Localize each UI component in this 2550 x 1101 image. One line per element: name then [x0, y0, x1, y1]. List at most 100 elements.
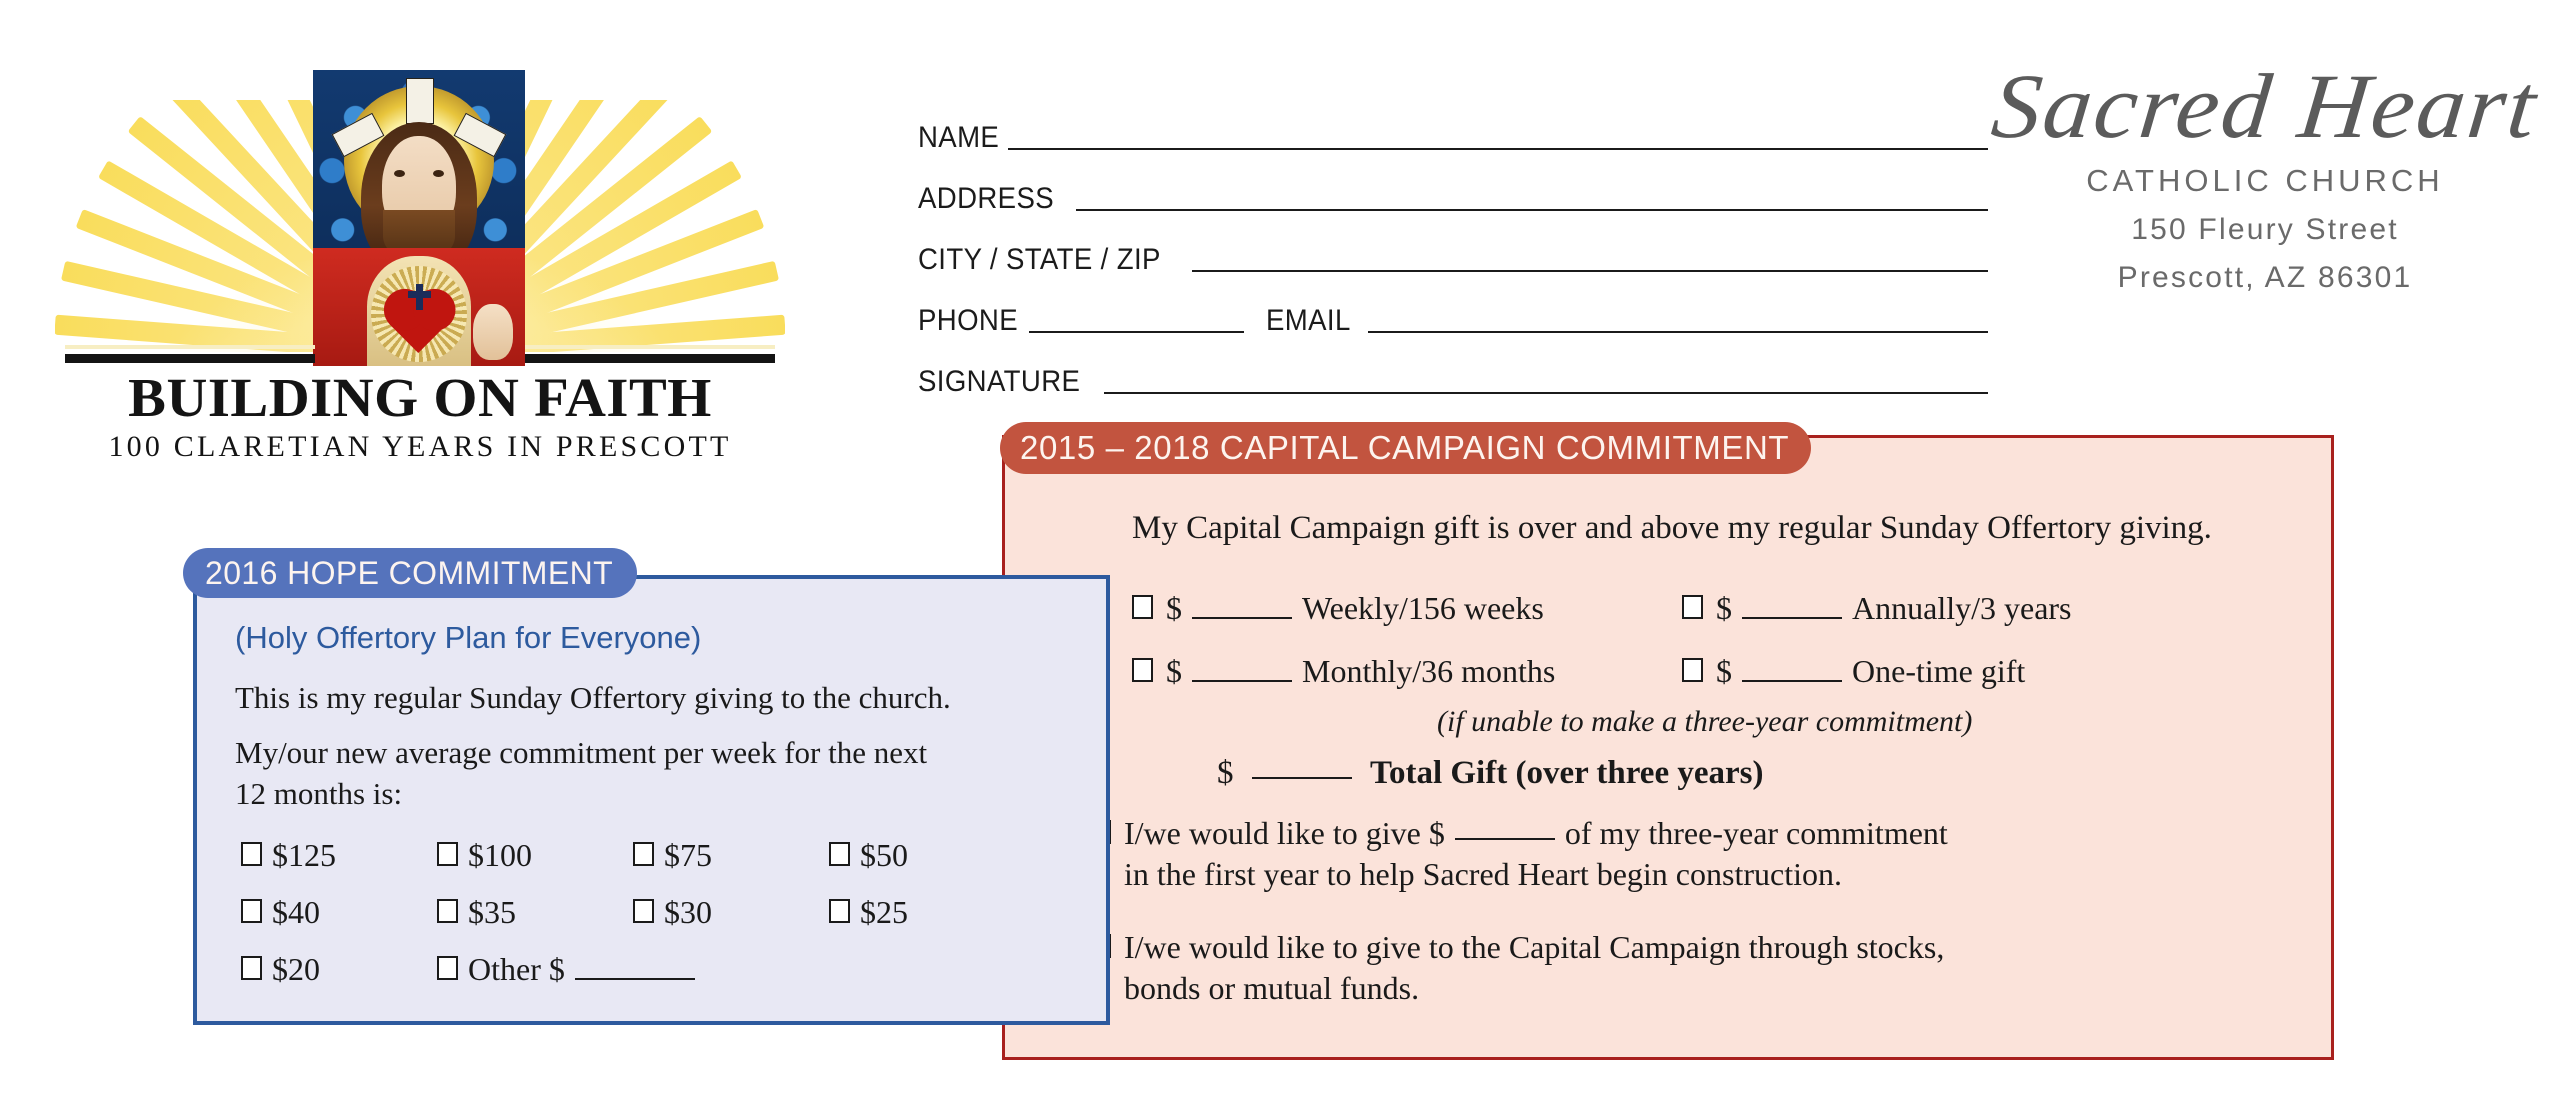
- logo-title: BUILDING ON FAITH: [128, 367, 712, 428]
- option-annually-amount-line[interactable]: [1742, 616, 1842, 619]
- option-one-time-amount-line[interactable]: [1742, 679, 1842, 682]
- hope-amount-50[interactable]: $50: [829, 837, 1025, 874]
- hope-acronym-subtitle: (Holy Offertory Plan for Everyone): [235, 620, 702, 655]
- hope-commitment-content: (Holy Offertory Plan for Everyone) This …: [193, 575, 1110, 1025]
- option-monthly-amount-line[interactable]: [1192, 679, 1292, 682]
- hope-amount-25[interactable]: $25: [829, 894, 1025, 931]
- option-annually-label: Annually/3 years: [1852, 590, 2072, 626]
- checkbox-50[interactable]: [829, 842, 850, 866]
- checkbox-30[interactable]: [633, 899, 654, 923]
- total-gift-label: Total Gift: [1370, 755, 1508, 791]
- church-identity-header: Sacred Heart CATHOLIC CHURCH 150 Fleury …: [1985, 55, 2545, 295]
- email-label: EMAIL: [1265, 304, 1351, 337]
- option-one-time[interactable]: $ One-time gift: [1682, 653, 2025, 690]
- checkbox-75[interactable]: [633, 842, 654, 866]
- church-script-logo: Sacred Heart: [1987, 55, 2543, 157]
- option-one-time-label: One-time gift: [1852, 653, 2026, 689]
- capital-campaign-content: My Capital Campaign gift is over and abo…: [1002, 435, 2334, 1060]
- checkbox-weekly[interactable]: [1132, 595, 1153, 619]
- hope-amount-40[interactable]: $40: [241, 894, 437, 931]
- option-monthly-prefix: $: [1166, 653, 1182, 689]
- hope-amount-20[interactable]: $20: [241, 951, 437, 988]
- label-125: $125: [272, 837, 336, 873]
- hope-amount-row-1: $125 $100 $75 $50: [241, 837, 1061, 894]
- logo-rule-thin-left: [65, 345, 315, 349]
- address-input-line[interactable]: [1075, 208, 1988, 211]
- option-weekly-prefix: $: [1166, 590, 1182, 626]
- capital-campaign-intro: My Capital Campaign gift is over and abo…: [1132, 510, 2212, 546]
- hope-amount-35[interactable]: $35: [437, 894, 633, 931]
- option-monthly-label: Monthly/36 months: [1302, 653, 1556, 689]
- option-weekly-label: Weekly/156 weeks: [1302, 590, 1544, 626]
- label-75: $75: [664, 837, 712, 873]
- stocks-statement-line1: I/we would like to give to the Capital C…: [1124, 929, 1945, 965]
- checkbox-monthly[interactable]: [1132, 658, 1153, 682]
- label-30: $30: [664, 894, 712, 930]
- stocks-statement-line2: bonds or mutual funds.: [1124, 969, 1420, 1006]
- logo-subtitle: 100 CLARETIAN YEARS IN PRESCOTT: [108, 430, 732, 463]
- phone-input-line[interactable]: [1028, 330, 1244, 333]
- checkbox-25[interactable]: [829, 899, 850, 923]
- form-row-phone-email: PHONE EMAIL: [918, 275, 1988, 336]
- signature-input-line[interactable]: [1104, 391, 1988, 394]
- option-annually[interactable]: $ Annually/3 years: [1682, 590, 2072, 627]
- church-address-line-1: 150 Fleury Street: [2131, 212, 2399, 246]
- total-gift-prefix: $: [1217, 755, 1234, 791]
- form-row-city-state-zip: CITY / STATE / ZIP: [918, 214, 1988, 275]
- option-annually-prefix: $: [1716, 590, 1732, 626]
- email-input-line[interactable]: [1367, 330, 1988, 333]
- option-one-time-prefix: $: [1716, 653, 1732, 689]
- first-year-amount-line[interactable]: [1454, 837, 1555, 840]
- logo-rule-right: [525, 354, 775, 363]
- signature-label: SIGNATURE: [918, 365, 1081, 398]
- total-gift-suffix: (over three years): [1515, 755, 1764, 791]
- other-amount-line[interactable]: [574, 977, 695, 980]
- label-50: $50: [860, 837, 908, 873]
- checkbox-40[interactable]: [241, 899, 262, 923]
- checkbox-100[interactable]: [437, 842, 458, 866]
- hope-amount-125[interactable]: $125: [241, 837, 437, 874]
- label-100: $100: [468, 837, 532, 873]
- first-year-statement-part1: I/we would like to give $: [1124, 815, 1445, 851]
- checkbox-125[interactable]: [241, 842, 262, 866]
- hope-amount-other[interactable]: Other $: [437, 951, 837, 988]
- first-year-statement-part2: of my three-year commitment: [1564, 815, 1948, 851]
- checkbox-annually[interactable]: [1682, 595, 1703, 619]
- hope-amount-30[interactable]: $30: [633, 894, 829, 931]
- checkbox-other[interactable]: [437, 956, 458, 980]
- hope-description-line2: My/our new average commitment per week f…: [235, 735, 928, 811]
- logo-rule-thin-right: [525, 345, 775, 349]
- first-year-statement-line2: in the first year to help Sacred Heart b…: [1124, 855, 1842, 892]
- total-gift-amount-line[interactable]: [1251, 776, 1352, 779]
- checkbox-one-time[interactable]: [1682, 658, 1703, 682]
- donor-information-form: NAME ADDRESS CITY / STATE / ZIP PHONE EM…: [918, 92, 1988, 397]
- checkbox-20[interactable]: [241, 956, 262, 980]
- hope-amount-row-2: $40 $35 $30 $25: [241, 894, 1061, 951]
- one-time-gift-note: (if unable to make a three-year commitme…: [1437, 705, 1973, 738]
- label-20: $20: [272, 951, 320, 987]
- hope-amount-100[interactable]: $100: [437, 837, 633, 874]
- label-35: $35: [468, 894, 516, 930]
- form-row-address: ADDRESS: [918, 153, 1988, 214]
- total-gift-row[interactable]: $ Total Gift (over three years): [1217, 755, 1763, 792]
- logo-rule-left: [65, 354, 315, 363]
- hope-amount-grid: $125 $100 $75 $50 $40 $35 $30 $25 $20 Ot…: [241, 837, 1061, 1008]
- option-weekly[interactable]: $ Weekly/156 weeks: [1132, 590, 1544, 627]
- hope-amount-75[interactable]: $75: [633, 837, 829, 874]
- stocks-bonds-statement[interactable]: I/we would like to give to the Capital C…: [1090, 927, 2270, 1009]
- label-40: $40: [272, 894, 320, 930]
- hope-amount-row-3: $20 Other $: [241, 951, 1061, 1008]
- city-state-zip-label: CITY / STATE / ZIP: [918, 243, 1161, 276]
- checkbox-35[interactable]: [437, 899, 458, 923]
- first-year-gift-statement[interactable]: I/we would like to give $ of my three-yea…: [1090, 813, 2270, 895]
- address-label: ADDRESS: [918, 182, 1055, 215]
- label-25: $25: [860, 894, 908, 930]
- name-input-line[interactable]: [1008, 147, 1988, 150]
- option-weekly-amount-line[interactable]: [1192, 616, 1292, 619]
- city-state-zip-input-line[interactable]: [1191, 269, 1988, 272]
- capital-campaign-tab: 2015 – 2018 CAPITAL CAMPAIGN COMMITMENT: [1000, 422, 1812, 474]
- church-address-line-2: Prescott, AZ 86301: [2117, 260, 2413, 294]
- name-label: NAME: [918, 121, 1000, 154]
- hope-description-line1: This is my regular Sunday Offertory givi…: [235, 680, 951, 715]
- option-monthly[interactable]: $ Monthly/36 months: [1132, 653, 1555, 690]
